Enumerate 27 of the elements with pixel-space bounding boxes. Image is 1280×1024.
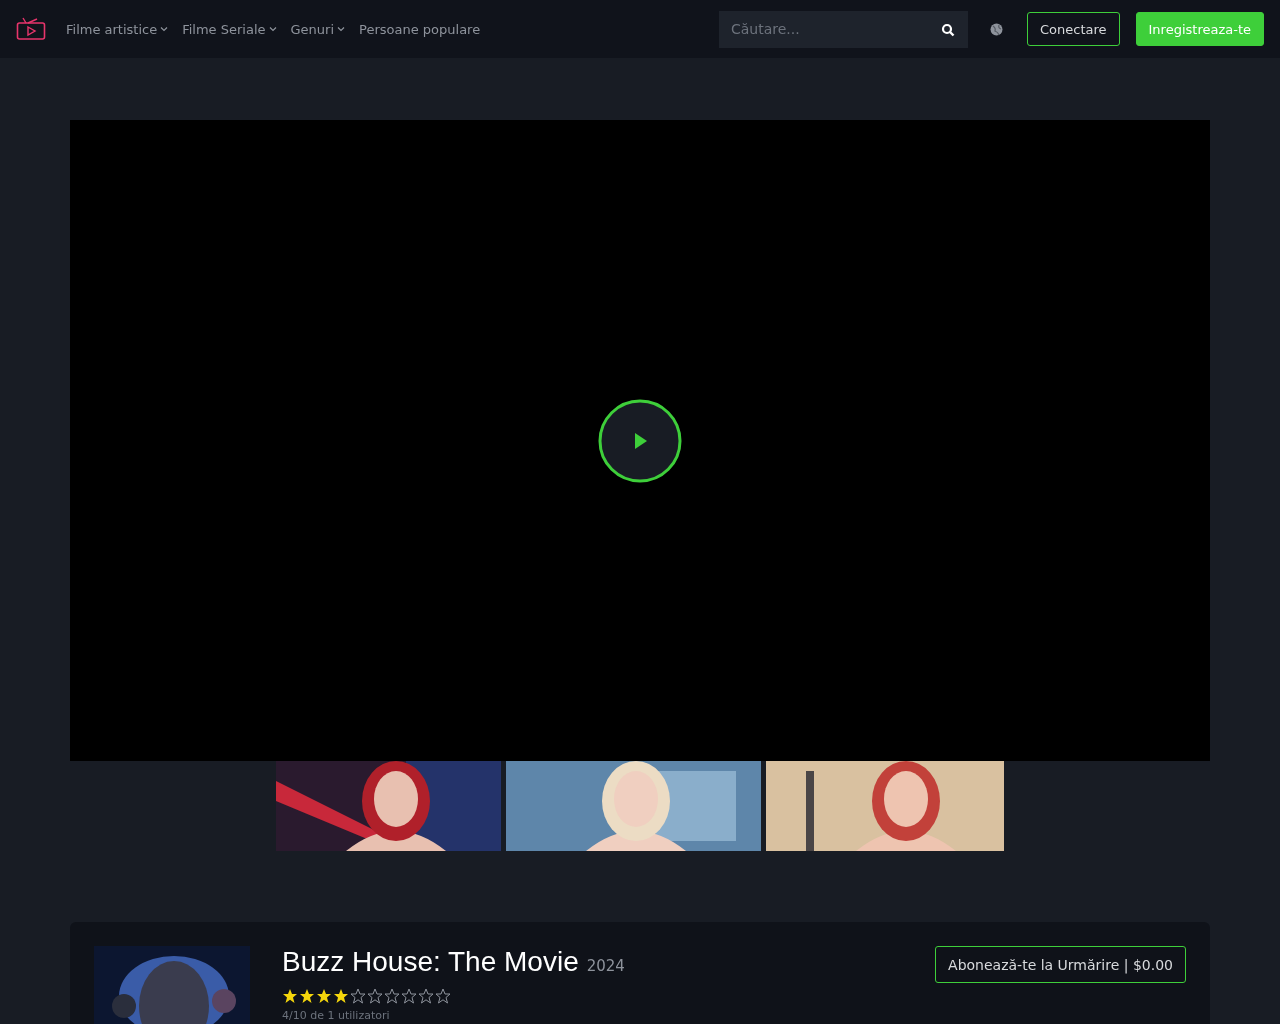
subscribe-button[interactable]: Abonează-te la Urmărire | $0.00 xyxy=(935,946,1186,983)
caret-icon xyxy=(160,26,169,32)
login-button[interactable]: Conectare xyxy=(1027,12,1120,46)
movie-title: Buzz House: The Movie xyxy=(282,946,579,978)
nav-link[interactable]: Filme artistice xyxy=(66,21,169,37)
movie-year: 2024 xyxy=(586,957,625,975)
nav-link[interactable]: Genuri xyxy=(290,21,346,37)
star-icon[interactable] xyxy=(418,988,434,1004)
star-icon[interactable] xyxy=(299,988,315,1004)
star-icon[interactable] xyxy=(350,988,366,1004)
star-icon[interactable] xyxy=(282,988,298,1004)
search-field[interactable]: Căutare... xyxy=(719,10,968,48)
rating-text: 4/10 de 1 utilizatori xyxy=(282,1009,391,1022)
star-icon[interactable] xyxy=(333,988,349,1004)
nav-link[interactable]: Filme Seriale xyxy=(182,21,277,37)
star-icon[interactable] xyxy=(435,988,451,1004)
search-icon[interactable] xyxy=(941,22,955,37)
caret-icon xyxy=(268,26,277,32)
star-icon[interactable] xyxy=(367,988,383,1004)
play-icon[interactable] xyxy=(598,398,682,483)
star-icon[interactable] xyxy=(384,988,400,1004)
nav-link[interactable]: Persoane populare xyxy=(359,21,481,37)
globe-icon[interactable] xyxy=(990,22,1003,36)
caret-icon xyxy=(337,26,346,32)
star-icon[interactable] xyxy=(316,988,332,1004)
tv-logo-icon[interactable] xyxy=(16,17,46,41)
star-icon[interactable] xyxy=(401,988,417,1004)
